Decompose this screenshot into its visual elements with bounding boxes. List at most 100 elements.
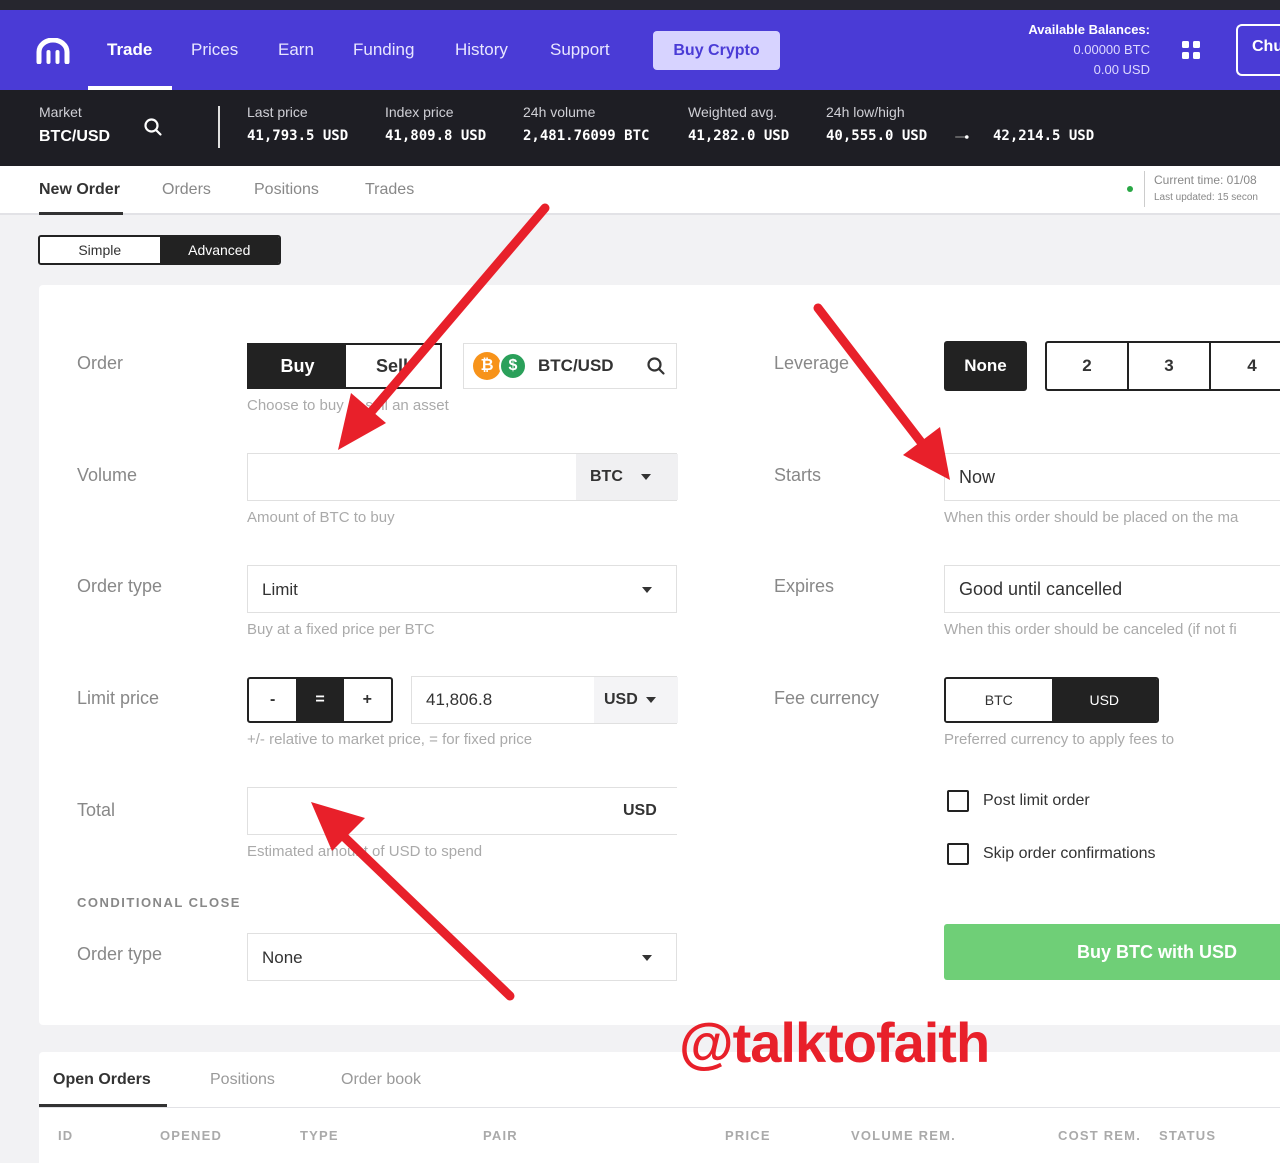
submit-order-button[interactable]: Buy BTC with USD: [944, 924, 1280, 980]
tab-open-orders[interactable]: Open Orders: [53, 1071, 151, 1089]
market-search-icon[interactable]: [143, 117, 163, 137]
index-price-value: 41,809.8 USD: [385, 128, 487, 144]
leverage-4-button[interactable]: 4: [1211, 343, 1280, 389]
apps-grid-icon[interactable]: [1181, 40, 1201, 60]
order-type-hint: Buy at a fixed price per BTC: [247, 621, 435, 638]
ticker-divider: [218, 106, 220, 148]
close-order-type-value: None: [262, 948, 303, 967]
fee-currency-hint: Preferred currency to apply fees to: [944, 731, 1175, 748]
col-pair: PAIR: [483, 1128, 518, 1143]
nav-support[interactable]: Support: [550, 40, 610, 60]
volume-hint: Amount of BTC to buy: [247, 509, 395, 526]
tab-active-indicator: [39, 212, 123, 215]
available-balances: Available Balances: 0.00000 BTC 0.00 USD: [1028, 20, 1150, 80]
sell-button[interactable]: Sell: [346, 345, 440, 387]
post-limit-checkbox[interactable]: [947, 790, 969, 812]
col-price: PRICE: [725, 1128, 771, 1143]
tab-order-book[interactable]: Order book: [341, 1071, 421, 1089]
nav-earn[interactable]: Earn: [278, 40, 314, 60]
volume-label: 24h volume: [523, 104, 596, 120]
total-label: Total: [77, 800, 116, 820]
tab-bottom-positions[interactable]: Positions: [210, 1071, 275, 1089]
post-limit-label: Post limit order: [983, 792, 1090, 809]
skip-confirm-checkbox[interactable]: [947, 843, 969, 865]
volume-unit-select[interactable]: BTC: [576, 454, 678, 500]
close-order-type-select[interactable]: None: [247, 933, 677, 981]
ticker-volume: 24h volume 2,481.76099 BTC: [523, 104, 649, 144]
low-high-label: 24h low/high: [826, 104, 905, 120]
nav-trade[interactable]: Trade: [107, 40, 152, 60]
usd-coin-icon: $: [499, 352, 527, 380]
chevron-down-icon: [640, 474, 651, 480]
buy-button[interactable]: Buy: [249, 345, 346, 387]
limit-price-unit-select[interactable]: USD: [594, 677, 678, 723]
top-navbar: Trade Prices Earn Funding History Suppor…: [0, 10, 1280, 90]
price-plus-button[interactable]: +: [344, 679, 391, 721]
ticker-low-high: 24h low/high 40,555.0 USD: [826, 104, 927, 144]
order-type-value: Limit: [262, 580, 298, 599]
expires-select[interactable]: Good until cancelled: [944, 565, 1280, 613]
ticker-market[interactable]: Market BTC/USD: [39, 104, 110, 146]
order-tabs: New Order Orders Positions Trades Curren…: [0, 166, 1280, 215]
col-id: ID: [58, 1128, 74, 1143]
mode-advanced-button[interactable]: Advanced: [159, 237, 279, 263]
volume-field-label: Volume: [77, 465, 138, 485]
pair-search-icon[interactable]: [646, 356, 666, 376]
weighted-avg-label: Weighted avg.: [688, 104, 778, 120]
ticker-index-price: Index price 41,809.8 USD: [385, 104, 486, 144]
leverage-none-button[interactable]: None: [944, 341, 1027, 391]
tab-orders[interactable]: Orders: [162, 181, 211, 199]
expires-label: Expires: [774, 576, 835, 596]
post-limit-option[interactable]: Post limit order: [947, 790, 1090, 812]
col-type: TYPE: [300, 1128, 339, 1143]
pair-selector[interactable]: ₿ $ BTC/USD: [463, 343, 677, 389]
buy-crypto-button[interactable]: Buy Crypto: [653, 31, 780, 70]
col-status: STATUS: [1159, 1128, 1217, 1143]
col-opened: OPENED: [160, 1128, 223, 1143]
kraken-logo-icon[interactable]: [36, 38, 70, 64]
nav-funding[interactable]: Funding: [353, 40, 414, 60]
order-hint: Choose to buy or sell an asset: [247, 397, 449, 414]
volume-unit: BTC: [590, 468, 623, 485]
pair-value: BTC/USD: [538, 356, 614, 375]
nav-history[interactable]: History: [455, 40, 508, 60]
order-type-label: Order type: [77, 576, 163, 596]
high-value: 42,214.5 USD: [993, 128, 1095, 144]
expires-value: Good until cancelled: [959, 579, 1123, 599]
price-fixed-button[interactable]: =: [296, 679, 344, 721]
tab-positions[interactable]: Positions: [254, 181, 319, 199]
tab-trades[interactable]: Trades: [365, 181, 414, 199]
leverage-3-button[interactable]: 3: [1129, 343, 1211, 389]
chevron-down-icon: [642, 587, 652, 593]
skip-confirm-label: Skip order confirmations: [983, 845, 1156, 862]
weighted-avg-value: 41,282.0 USD: [688, 128, 790, 144]
limit-price-input[interactable]: [412, 677, 592, 723]
starts-value: Now: [959, 467, 996, 487]
fee-usd-button[interactable]: USD: [1051, 679, 1157, 721]
order-type-select[interactable]: Limit: [247, 565, 677, 613]
order-form-panel: [39, 285, 1280, 1025]
starts-select[interactable]: Now: [944, 453, 1280, 501]
limit-price-label: Limit price: [77, 688, 160, 708]
fee-btc-button[interactable]: BTC: [946, 679, 1052, 721]
mode-simple-button[interactable]: Simple: [40, 237, 160, 263]
ticker-last-price: Last price 41,793.5 USD: [247, 104, 348, 144]
skip-confirm-option[interactable]: Skip order confirmations: [947, 843, 1156, 865]
user-menu-button[interactable]: Chu: [1236, 24, 1280, 76]
chevron-down-icon: [645, 697, 656, 703]
fee-currency-toggle: BTC USD: [944, 677, 1159, 723]
total-input[interactable]: [248, 788, 598, 834]
total-hint: Estimated amount of USD to spend: [247, 843, 483, 860]
nav-prices[interactable]: Prices: [191, 40, 238, 60]
leverage-2-button[interactable]: 2: [1047, 343, 1129, 389]
total-unit: USD: [588, 788, 678, 834]
total-field: USD: [247, 787, 678, 835]
market-ticker: Market BTC/USD Last price 41,793.5 USD I…: [0, 90, 1280, 166]
leverage-label: Leverage: [774, 353, 850, 373]
tab-new-order[interactable]: New Order: [39, 181, 120, 199]
bottom-tab-divider: [39, 1107, 1280, 1108]
market-value: BTC/USD: [39, 128, 111, 145]
chevron-down-icon: [642, 955, 652, 961]
starts-hint: When this order should be placed on the …: [944, 509, 1239, 526]
price-minus-button[interactable]: -: [249, 679, 296, 721]
